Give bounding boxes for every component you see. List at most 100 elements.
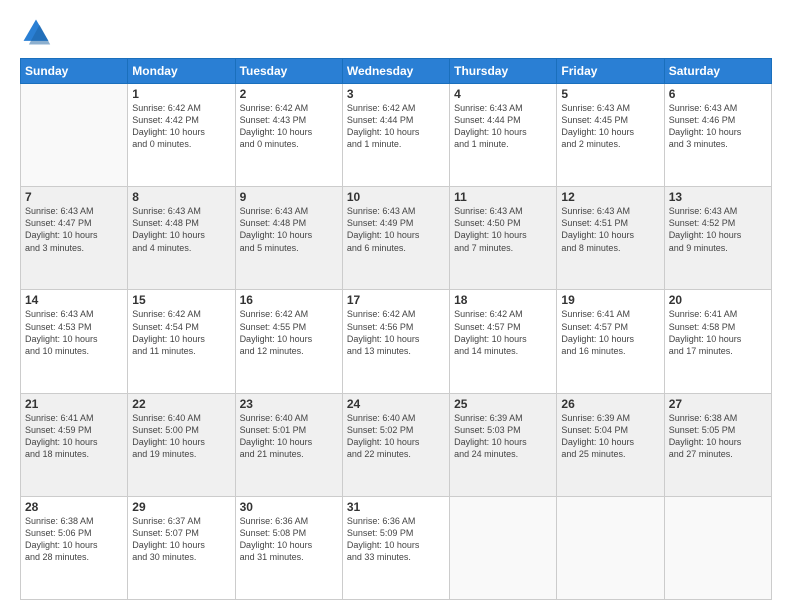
calendar-cell: 5Sunrise: 6:43 AM Sunset: 4:45 PM Daylig… [557, 84, 664, 187]
calendar-cell: 21Sunrise: 6:41 AM Sunset: 4:59 PM Dayli… [21, 393, 128, 496]
calendar-cell: 20Sunrise: 6:41 AM Sunset: 4:58 PM Dayli… [664, 290, 771, 393]
day-info: Sunrise: 6:40 AM Sunset: 5:01 PM Dayligh… [240, 412, 338, 461]
logo-icon [20, 16, 52, 48]
day-number: 25 [454, 397, 552, 411]
weekday-header-thursday: Thursday [450, 59, 557, 84]
calendar-cell: 3Sunrise: 6:42 AM Sunset: 4:44 PM Daylig… [342, 84, 449, 187]
calendar-cell: 10Sunrise: 6:43 AM Sunset: 4:49 PM Dayli… [342, 187, 449, 290]
day-info: Sunrise: 6:38 AM Sunset: 5:05 PM Dayligh… [669, 412, 767, 461]
day-number: 1 [132, 87, 230, 101]
logo [20, 16, 56, 48]
calendar-cell: 6Sunrise: 6:43 AM Sunset: 4:46 PM Daylig… [664, 84, 771, 187]
day-info: Sunrise: 6:43 AM Sunset: 4:45 PM Dayligh… [561, 102, 659, 151]
day-number: 10 [347, 190, 445, 204]
day-number: 23 [240, 397, 338, 411]
day-info: Sunrise: 6:43 AM Sunset: 4:47 PM Dayligh… [25, 205, 123, 254]
day-number: 5 [561, 87, 659, 101]
day-info: Sunrise: 6:42 AM Sunset: 4:44 PM Dayligh… [347, 102, 445, 151]
day-number: 21 [25, 397, 123, 411]
calendar-cell: 19Sunrise: 6:41 AM Sunset: 4:57 PM Dayli… [557, 290, 664, 393]
day-number: 24 [347, 397, 445, 411]
day-info: Sunrise: 6:37 AM Sunset: 5:07 PM Dayligh… [132, 515, 230, 564]
calendar-week-row: 21Sunrise: 6:41 AM Sunset: 4:59 PM Dayli… [21, 393, 772, 496]
day-number: 29 [132, 500, 230, 514]
weekday-header-monday: Monday [128, 59, 235, 84]
day-number: 11 [454, 190, 552, 204]
calendar-cell [664, 496, 771, 599]
day-number: 27 [669, 397, 767, 411]
day-number: 8 [132, 190, 230, 204]
calendar-cell: 22Sunrise: 6:40 AM Sunset: 5:00 PM Dayli… [128, 393, 235, 496]
day-number: 3 [347, 87, 445, 101]
day-info: Sunrise: 6:42 AM Sunset: 4:43 PM Dayligh… [240, 102, 338, 151]
weekday-header-saturday: Saturday [664, 59, 771, 84]
day-number: 7 [25, 190, 123, 204]
weekday-header-friday: Friday [557, 59, 664, 84]
day-info: Sunrise: 6:43 AM Sunset: 4:53 PM Dayligh… [25, 308, 123, 357]
calendar-cell: 25Sunrise: 6:39 AM Sunset: 5:03 PM Dayli… [450, 393, 557, 496]
day-number: 13 [669, 190, 767, 204]
day-info: Sunrise: 6:43 AM Sunset: 4:51 PM Dayligh… [561, 205, 659, 254]
day-number: 22 [132, 397, 230, 411]
calendar-cell: 16Sunrise: 6:42 AM Sunset: 4:55 PM Dayli… [235, 290, 342, 393]
day-number: 31 [347, 500, 445, 514]
calendar-cell: 8Sunrise: 6:43 AM Sunset: 4:48 PM Daylig… [128, 187, 235, 290]
day-info: Sunrise: 6:42 AM Sunset: 4:57 PM Dayligh… [454, 308, 552, 357]
day-number: 15 [132, 293, 230, 307]
header [20, 16, 772, 48]
calendar-cell: 24Sunrise: 6:40 AM Sunset: 5:02 PM Dayli… [342, 393, 449, 496]
day-number: 6 [669, 87, 767, 101]
day-number: 26 [561, 397, 659, 411]
day-info: Sunrise: 6:43 AM Sunset: 4:52 PM Dayligh… [669, 205, 767, 254]
day-number: 16 [240, 293, 338, 307]
calendar-cell: 1Sunrise: 6:42 AM Sunset: 4:42 PM Daylig… [128, 84, 235, 187]
day-info: Sunrise: 6:43 AM Sunset: 4:48 PM Dayligh… [240, 205, 338, 254]
calendar-week-row: 14Sunrise: 6:43 AM Sunset: 4:53 PM Dayli… [21, 290, 772, 393]
calendar-cell: 2Sunrise: 6:42 AM Sunset: 4:43 PM Daylig… [235, 84, 342, 187]
calendar-cell [557, 496, 664, 599]
day-number: 17 [347, 293, 445, 307]
day-info: Sunrise: 6:40 AM Sunset: 5:02 PM Dayligh… [347, 412, 445, 461]
calendar-table: SundayMondayTuesdayWednesdayThursdayFrid… [20, 58, 772, 600]
day-info: Sunrise: 6:42 AM Sunset: 4:56 PM Dayligh… [347, 308, 445, 357]
calendar-cell: 28Sunrise: 6:38 AM Sunset: 5:06 PM Dayli… [21, 496, 128, 599]
calendar-header-row: SundayMondayTuesdayWednesdayThursdayFrid… [21, 59, 772, 84]
day-number: 20 [669, 293, 767, 307]
calendar-cell: 17Sunrise: 6:42 AM Sunset: 4:56 PM Dayli… [342, 290, 449, 393]
day-number: 28 [25, 500, 123, 514]
calendar-cell: 15Sunrise: 6:42 AM Sunset: 4:54 PM Dayli… [128, 290, 235, 393]
calendar-cell: 29Sunrise: 6:37 AM Sunset: 5:07 PM Dayli… [128, 496, 235, 599]
calendar-cell: 26Sunrise: 6:39 AM Sunset: 5:04 PM Dayli… [557, 393, 664, 496]
day-number: 2 [240, 87, 338, 101]
calendar-cell: 12Sunrise: 6:43 AM Sunset: 4:51 PM Dayli… [557, 187, 664, 290]
calendar-cell: 31Sunrise: 6:36 AM Sunset: 5:09 PM Dayli… [342, 496, 449, 599]
day-number: 19 [561, 293, 659, 307]
day-info: Sunrise: 6:42 AM Sunset: 4:42 PM Dayligh… [132, 102, 230, 151]
day-info: Sunrise: 6:41 AM Sunset: 4:59 PM Dayligh… [25, 412, 123, 461]
calendar-cell: 18Sunrise: 6:42 AM Sunset: 4:57 PM Dayli… [450, 290, 557, 393]
calendar-cell: 11Sunrise: 6:43 AM Sunset: 4:50 PM Dayli… [450, 187, 557, 290]
day-number: 14 [25, 293, 123, 307]
day-info: Sunrise: 6:40 AM Sunset: 5:00 PM Dayligh… [132, 412, 230, 461]
day-info: Sunrise: 6:41 AM Sunset: 4:58 PM Dayligh… [669, 308, 767, 357]
day-info: Sunrise: 6:43 AM Sunset: 4:48 PM Dayligh… [132, 205, 230, 254]
day-info: Sunrise: 6:43 AM Sunset: 4:49 PM Dayligh… [347, 205, 445, 254]
day-number: 30 [240, 500, 338, 514]
page: SundayMondayTuesdayWednesdayThursdayFrid… [0, 0, 792, 612]
weekday-header-wednesday: Wednesday [342, 59, 449, 84]
calendar-cell: 14Sunrise: 6:43 AM Sunset: 4:53 PM Dayli… [21, 290, 128, 393]
day-info: Sunrise: 6:43 AM Sunset: 4:50 PM Dayligh… [454, 205, 552, 254]
calendar-week-row: 28Sunrise: 6:38 AM Sunset: 5:06 PM Dayli… [21, 496, 772, 599]
calendar-cell: 30Sunrise: 6:36 AM Sunset: 5:08 PM Dayli… [235, 496, 342, 599]
calendar-cell: 4Sunrise: 6:43 AM Sunset: 4:44 PM Daylig… [450, 84, 557, 187]
weekday-header-tuesday: Tuesday [235, 59, 342, 84]
calendar-week-row: 1Sunrise: 6:42 AM Sunset: 4:42 PM Daylig… [21, 84, 772, 187]
day-number: 12 [561, 190, 659, 204]
day-info: Sunrise: 6:39 AM Sunset: 5:04 PM Dayligh… [561, 412, 659, 461]
day-info: Sunrise: 6:39 AM Sunset: 5:03 PM Dayligh… [454, 412, 552, 461]
day-info: Sunrise: 6:38 AM Sunset: 5:06 PM Dayligh… [25, 515, 123, 564]
calendar-cell: 23Sunrise: 6:40 AM Sunset: 5:01 PM Dayli… [235, 393, 342, 496]
day-info: Sunrise: 6:42 AM Sunset: 4:54 PM Dayligh… [132, 308, 230, 357]
calendar-cell: 9Sunrise: 6:43 AM Sunset: 4:48 PM Daylig… [235, 187, 342, 290]
day-info: Sunrise: 6:43 AM Sunset: 4:46 PM Dayligh… [669, 102, 767, 151]
